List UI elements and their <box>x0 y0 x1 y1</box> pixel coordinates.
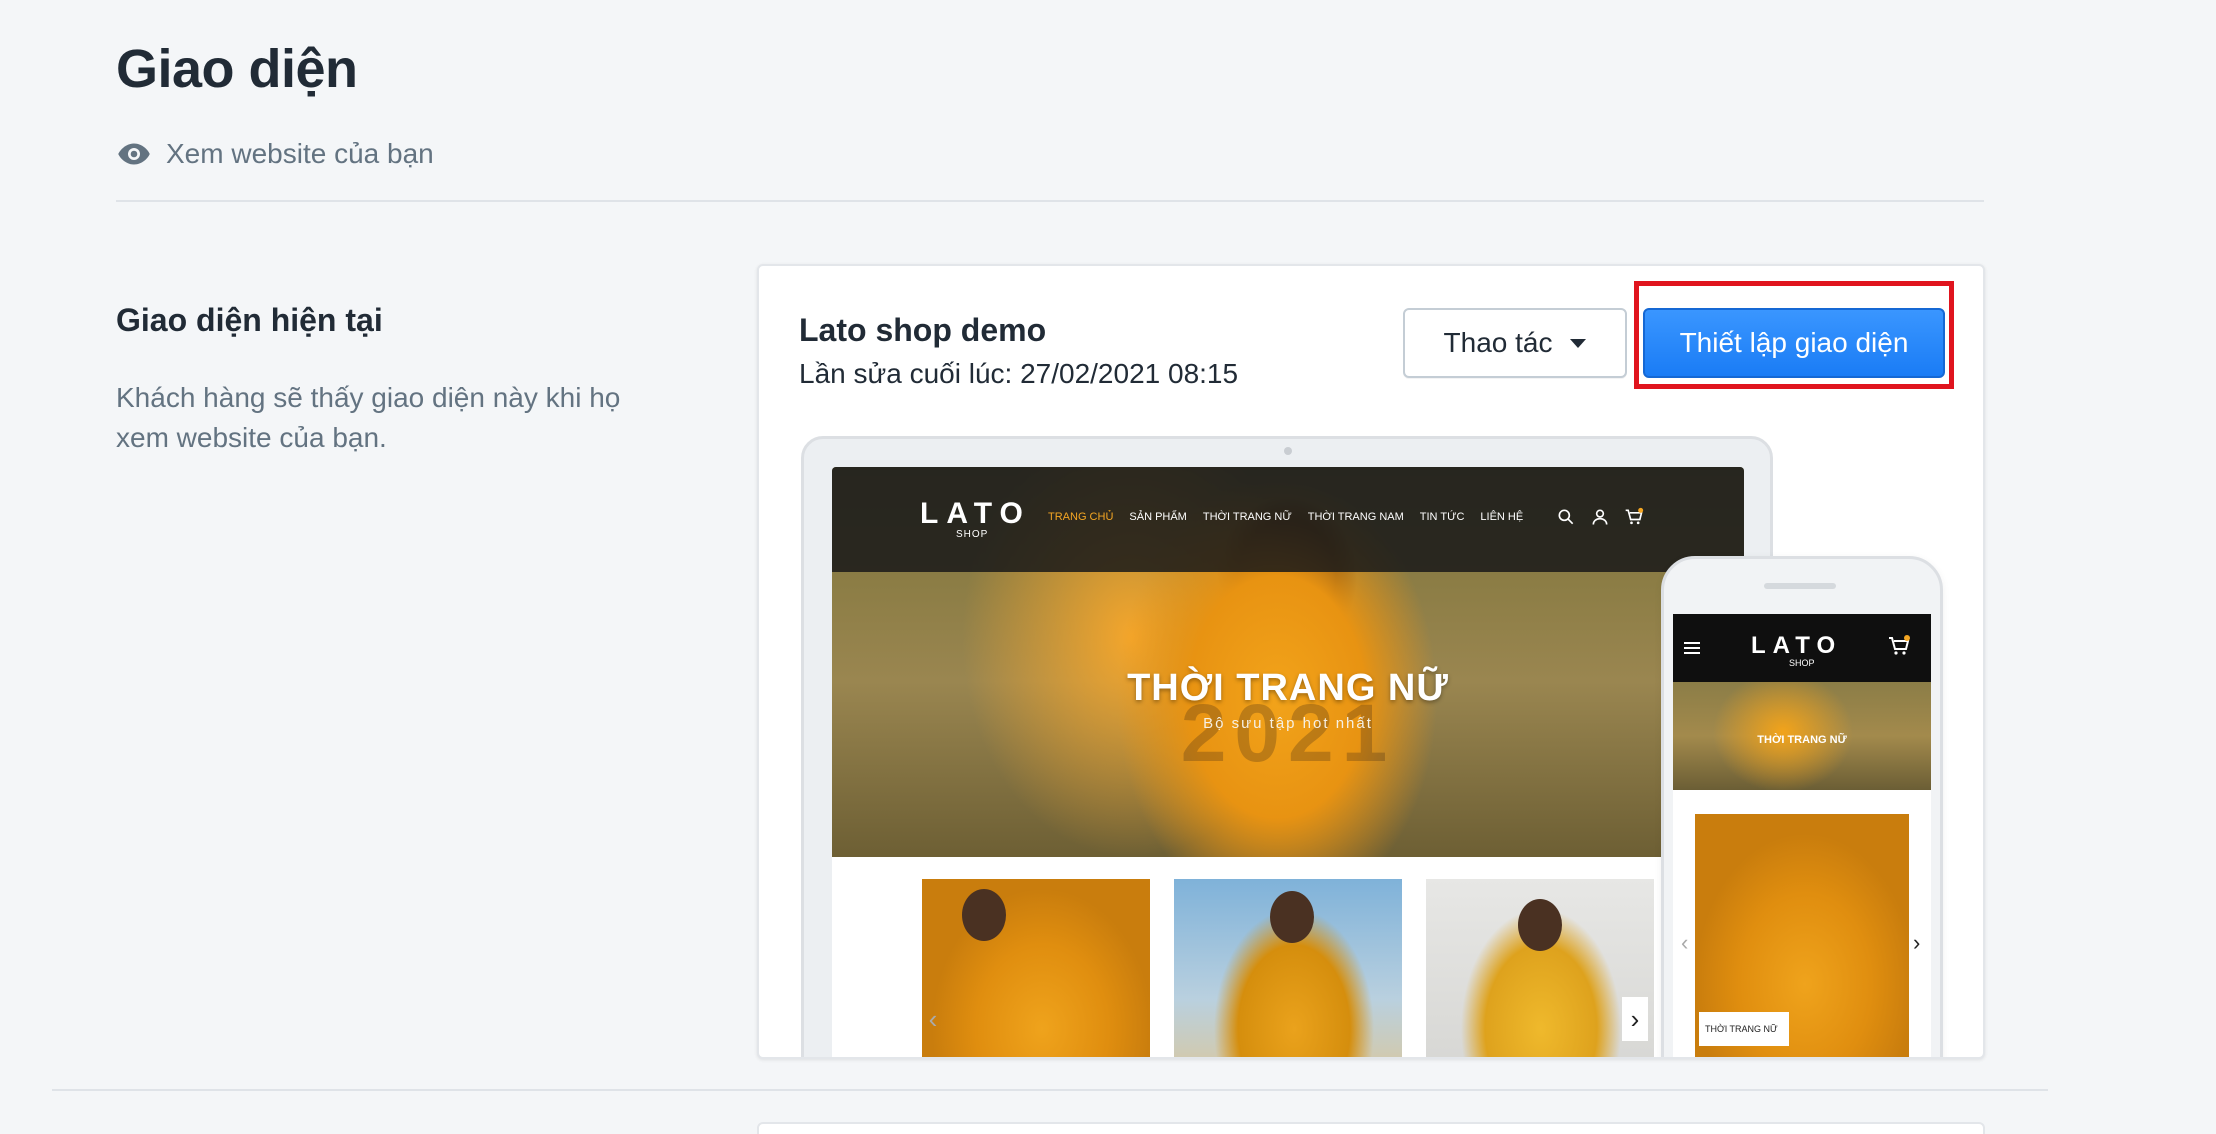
divider <box>116 200 1984 202</box>
actions-label: Thao tác <box>1443 327 1553 358</box>
preview-logo: LATO <box>920 497 1031 530</box>
hamburger-icon <box>1684 642 1700 654</box>
preview-nav: LATO SHOP TRANG CHỦ SẢN PHẨM THỜI TRANG … <box>832 467 1744 572</box>
hero-title: THỜI TRANG NỮ <box>1127 667 1449 709</box>
chevron-right-icon: › <box>1622 997 1648 1041</box>
preview-menu-item: THỜI TRANG NỮ <box>1202 511 1292 523</box>
caret-down-icon <box>1570 338 1587 348</box>
user-icon <box>1592 509 1608 525</box>
product-model <box>962 889 1006 941</box>
mobile-hero: THỜI TRANG NỮ <box>1673 682 1931 790</box>
preview-menu-item: TRANG CHỦ <box>1048 511 1114 523</box>
preview-tools <box>1556 507 1644 527</box>
mobile-product-image: THỜI TRANG NỮ <box>1695 814 1909 1057</box>
divider <box>52 1089 2048 1091</box>
mobile-preview: LATO SHOP THỜI TRANG NỮ THỜI TRANG NỮ ‹ … <box>1661 556 1943 1057</box>
phone-speaker <box>1764 583 1836 589</box>
mobile-hero-title: THỜI TRANG NỮ <box>1757 734 1847 746</box>
chevron-left-icon: ‹ <box>1681 930 1689 955</box>
product-image <box>922 879 1150 1057</box>
search-icon <box>1558 509 1574 525</box>
theme-name: Lato shop demo <box>799 312 1047 348</box>
mobile-screen: LATO SHOP THỜI TRANG NỮ THỜI TRANG NỮ ‹ … <box>1673 614 1931 1057</box>
chevron-left-icon: ‹ <box>928 1003 938 1034</box>
setup-theme-button[interactable]: Thiết lập giao diện <box>1643 308 1945 378</box>
product-model <box>1518 899 1562 951</box>
desktop-preview: 2021 THỜI TRANG NỮ Bộ sưu tập hot nhất L… <box>801 436 1773 1057</box>
theme-last-updated: Lần sửa cuối lúc: 27/02/2021 08:15 <box>799 358 1239 389</box>
mobile-logo: LATO <box>1751 632 1843 659</box>
camera-dot <box>1284 447 1292 455</box>
next-section-card <box>757 1122 1985 1134</box>
preview-menu: TRANG CHỦ SẢN PHẨM THỜI TRANG NỮ THỜI TR… <box>1048 511 1523 523</box>
chevron-right-icon: › <box>1909 930 1925 956</box>
cart-icon <box>1889 635 1910 655</box>
preview-menu-item: LIÊN HỆ <box>1480 511 1524 523</box>
view-website-label: Xem website của bạn <box>166 138 434 169</box>
preview-logo-sub: SHOP <box>956 529 989 540</box>
actions-dropdown-button[interactable]: Thao tác <box>1403 308 1627 378</box>
hero-subtitle: Bộ sưu tập hot nhất <box>1203 715 1373 732</box>
product-image <box>1426 879 1654 1057</box>
product-model <box>1270 891 1314 943</box>
mobile-product-tag: THỜI TRANG NỮ <box>1699 1012 1789 1046</box>
mobile-nav: LATO SHOP <box>1673 614 1931 682</box>
cart-icon <box>1625 507 1644 525</box>
product-row <box>922 879 1654 1057</box>
eye-icon <box>118 143 150 165</box>
mobile-logo-sub: SHOP <box>1789 658 1815 668</box>
product-image <box>1174 879 1402 1057</box>
current-theme-card: Lato shop demo Lần sửa cuối lúc: 27/02/2… <box>757 264 1985 1059</box>
section-description: Khách hàng sẽ thấy giao diện này khi họ … <box>116 382 621 453</box>
desktop-screen: 2021 THỜI TRANG NỮ Bộ sưu tập hot nhất L… <box>832 467 1744 1057</box>
section-title: Giao diện hiện tại <box>116 302 383 338</box>
preview-menu-item: SẢN PHẨM <box>1129 511 1187 523</box>
page-title: Giao diện <box>116 39 358 99</box>
view-website-link[interactable]: Xem website của bạn <box>116 134 434 174</box>
preview-menu-item: TIN TỨC <box>1419 511 1465 523</box>
preview-menu-item: THỜI TRANG NAM <box>1307 511 1404 523</box>
